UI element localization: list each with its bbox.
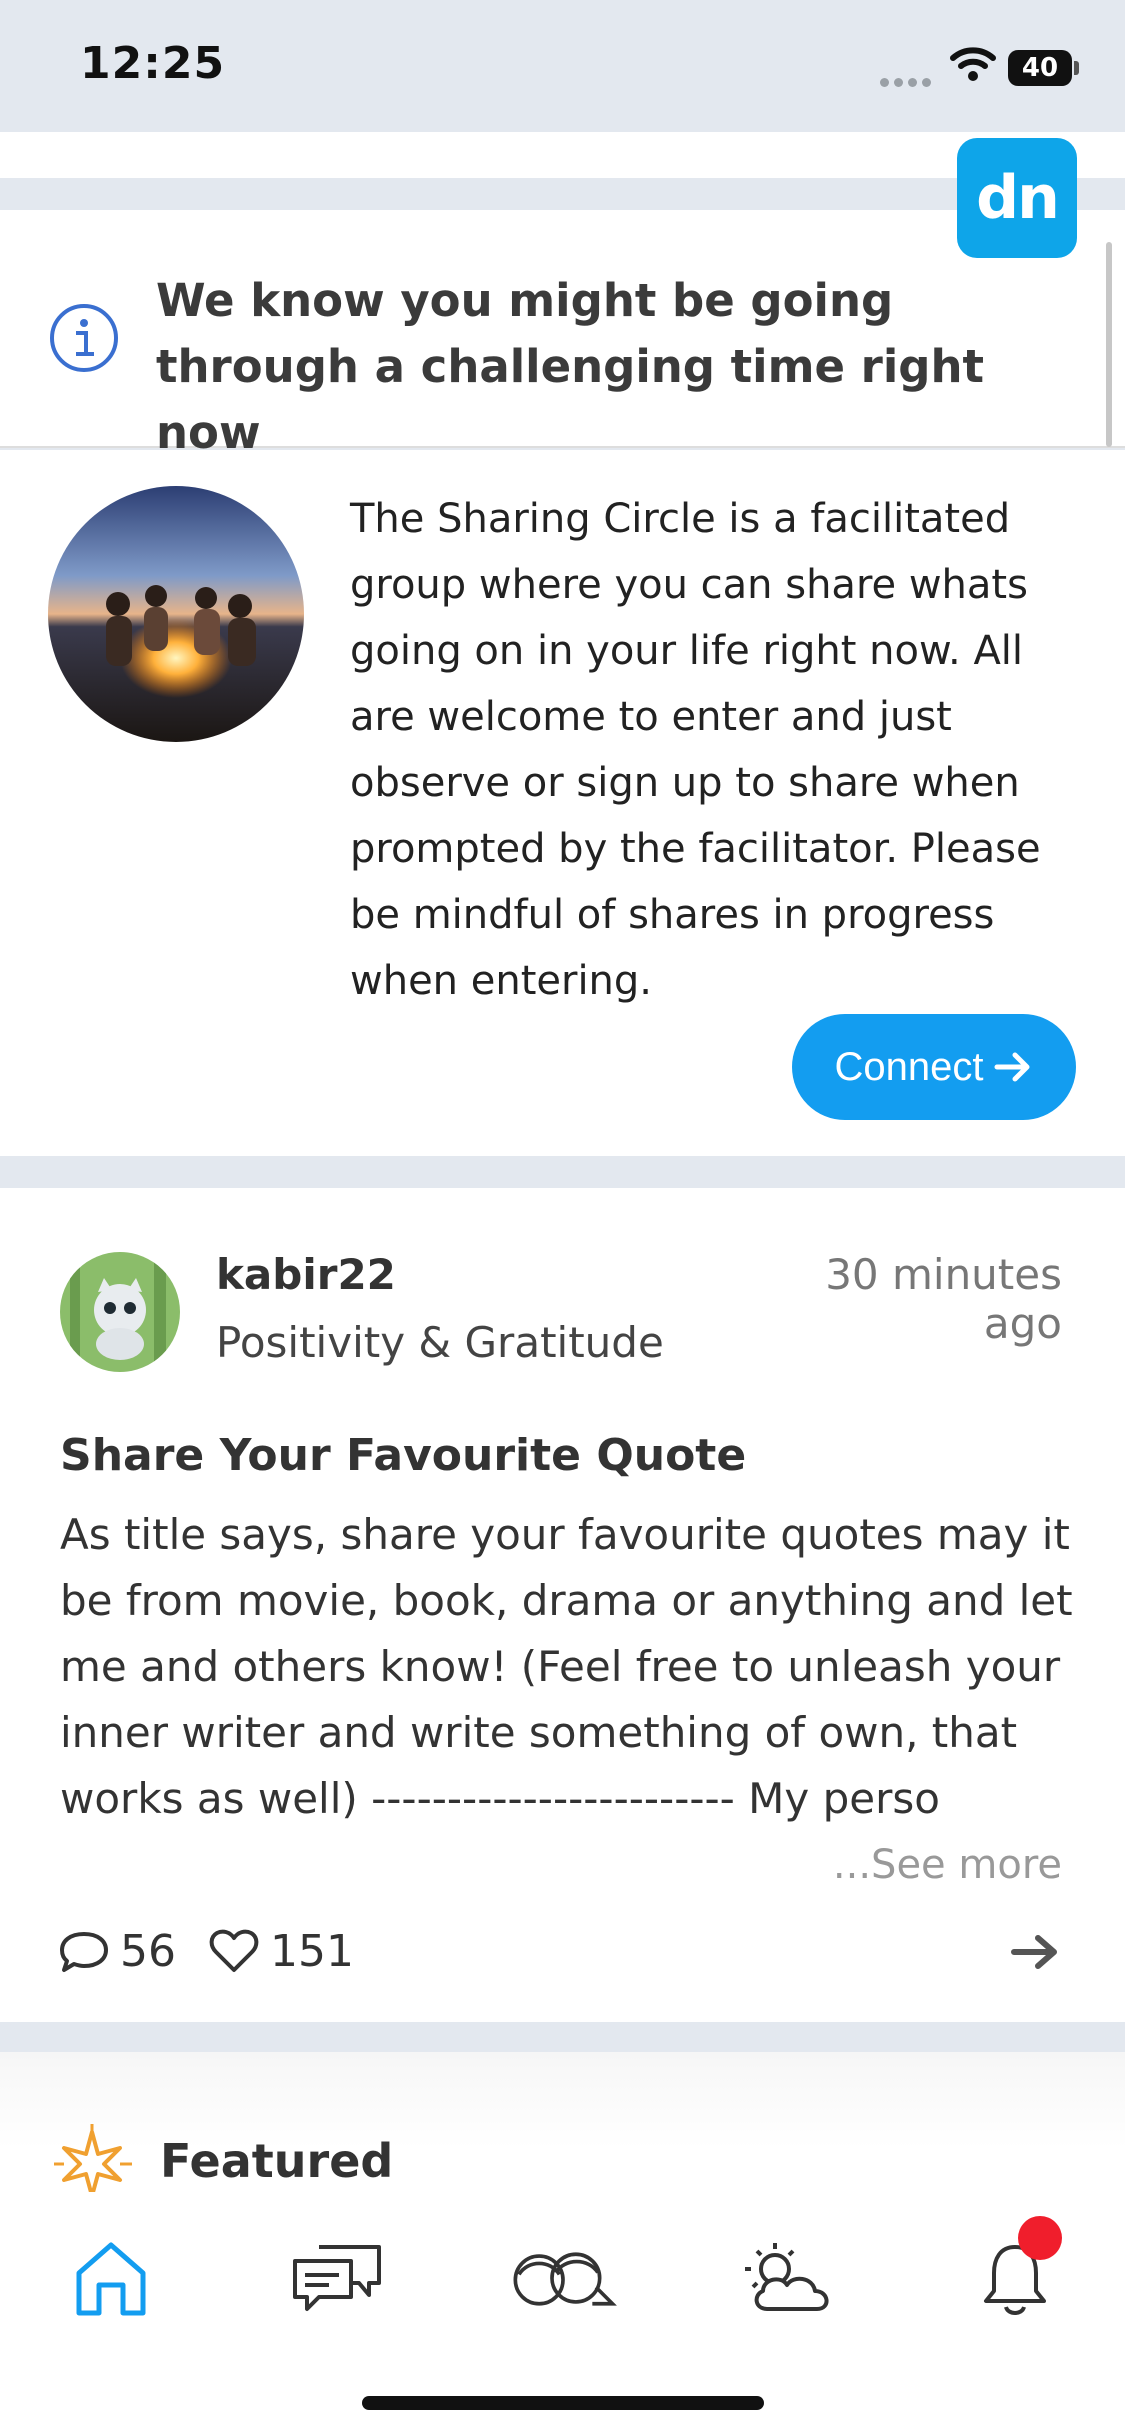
scrollbar[interactable] <box>1106 242 1112 447</box>
battery-indicator: 40 <box>1008 50 1072 86</box>
comment-icon[interactable] <box>58 1930 110 1974</box>
wifi-icon <box>950 47 996 81</box>
status-time: 12:25 <box>80 38 226 89</box>
home-indicator[interactable] <box>362 2396 764 2410</box>
weather-icon <box>745 2243 829 2311</box>
notification-badge <box>1018 2216 1062 2260</box>
app-logo-badge[interactable]: dn <box>957 138 1077 258</box>
community-icon <box>513 2252 617 2306</box>
tab-weather[interactable] <box>734 2224 844 2334</box>
tab-community[interactable] <box>508 2224 618 2334</box>
battery-nub <box>1074 61 1079 75</box>
home-icon <box>76 2242 146 2316</box>
comment-count: 56 <box>120 1926 176 1977</box>
arrow-right-icon <box>994 1052 1030 1082</box>
post-timestamp: 30 minutes ago <box>825 1250 1062 1348</box>
see-more-link[interactable]: ...See more <box>780 1842 1062 1888</box>
featured-title: Featured <box>160 2134 394 2188</box>
open-post-arrow-icon[interactable] <box>1010 1932 1060 1972</box>
post-category[interactable]: Positivity & Gratitude <box>216 1318 664 1367</box>
avatar[interactable] <box>60 1252 180 1372</box>
connect-label: Connect <box>834 1044 984 1089</box>
campfire-image <box>48 486 304 742</box>
info-icon <box>50 304 118 372</box>
post-body[interactable]: As title says, share your favourite quot… <box>60 1502 1125 1832</box>
tab-home[interactable] <box>56 2224 166 2334</box>
connect-button[interactable]: Connect <box>792 1014 1076 1120</box>
sharing-circle-description: The Sharing Circle is a facilitated grou… <box>350 496 1041 1004</box>
like-count: 151 <box>270 1926 354 1977</box>
post-title[interactable]: Share Your Favourite Quote <box>60 1430 746 1481</box>
info-message: We know you might be going through a cha… <box>156 274 985 459</box>
tab-chat[interactable] <box>282 2224 392 2334</box>
heart-icon[interactable] <box>208 1928 260 1974</box>
cellular-signal-icon <box>880 72 936 87</box>
chat-icon <box>293 2245 381 2311</box>
post-username[interactable]: kabir22 <box>216 1250 396 1299</box>
